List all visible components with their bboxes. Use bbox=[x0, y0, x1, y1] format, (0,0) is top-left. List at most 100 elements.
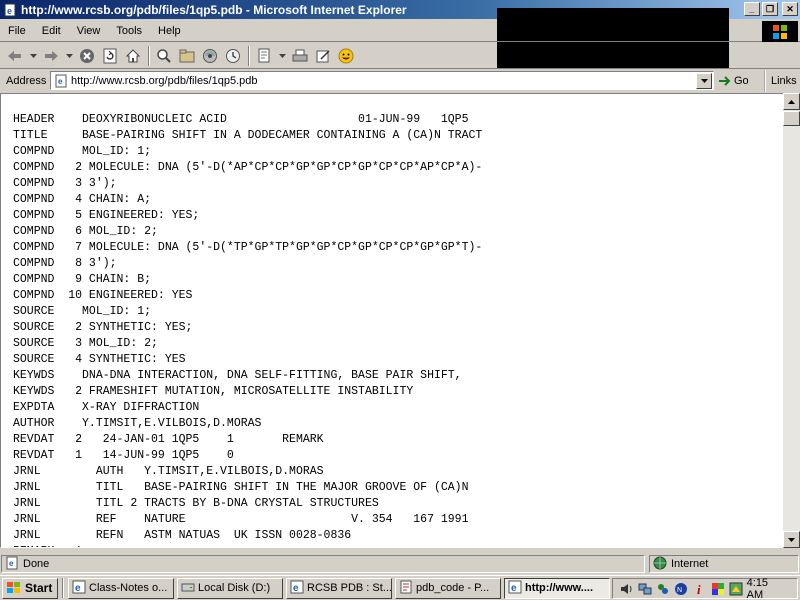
ie-icon: e bbox=[290, 580, 304, 597]
favorites-icon[interactable] bbox=[176, 45, 198, 67]
pdb-record-line: COMPND 7 MOLECULE: DNA (5'-D(*TP*GP*TP*G… bbox=[13, 241, 483, 254]
media-icon[interactable] bbox=[199, 45, 221, 67]
links-label: Links bbox=[771, 75, 797, 87]
forward-icon[interactable] bbox=[40, 45, 62, 67]
pdb-record-line: COMPND 2 MOLECULE: DNA (5'-D(*AP*CP*CP*G… bbox=[13, 161, 483, 174]
page-icon: e bbox=[53, 73, 69, 89]
mail-dropdown-icon[interactable] bbox=[276, 45, 288, 67]
task-button-rcsb[interactable]: e RCSB PDB : St... bbox=[286, 577, 392, 599]
pdb-record-line: TITLE BASE-PAIRING SHIFT IN A DODECAMER … bbox=[13, 129, 483, 142]
ie-icon: e bbox=[72, 580, 86, 597]
pdb-record-line: COMPND 3 3'); bbox=[13, 177, 117, 190]
forward-dropdown-icon[interactable] bbox=[63, 45, 75, 67]
task-button-local-disk[interactable]: Local Disk (D:) bbox=[177, 577, 283, 599]
network-icon[interactable] bbox=[637, 581, 652, 597]
menu-help[interactable]: Help bbox=[150, 22, 189, 40]
menu-file[interactable]: File bbox=[0, 22, 34, 40]
pdb-record-line: COMPND 5 ENGINEERED: YES; bbox=[13, 209, 200, 222]
start-button[interactable]: Start bbox=[2, 577, 58, 599]
back-dropdown-icon[interactable] bbox=[27, 45, 39, 67]
task-label: pdb_code - P... bbox=[416, 582, 490, 594]
windows-flag-icon bbox=[7, 582, 20, 593]
minimize-button[interactable]: _ bbox=[744, 2, 760, 16]
svg-text:e: e bbox=[7, 6, 12, 16]
messenger-icon[interactable] bbox=[335, 45, 357, 67]
svg-text:e: e bbox=[293, 583, 299, 594]
go-label: Go bbox=[734, 75, 749, 87]
menu-view[interactable]: View bbox=[69, 22, 109, 40]
scroll-up-button[interactable] bbox=[783, 93, 800, 110]
menu-tools[interactable]: Tools bbox=[108, 22, 150, 40]
pdb-record-line: COMPND 10 ENGINEERED: YES bbox=[13, 289, 193, 302]
address-url[interactable]: http://www.rcsb.org/pdb/files/1qp5.pdb bbox=[71, 75, 696, 87]
menu-bar: File Edit View Tools Help bbox=[0, 20, 800, 42]
print-icon[interactable] bbox=[289, 45, 311, 67]
pdb-record-line: KEYWDS 2 FRAMESHIFT MUTATION, MICROSATEL… bbox=[13, 385, 414, 398]
go-button[interactable]: Go bbox=[718, 72, 749, 90]
go-arrow-icon bbox=[719, 76, 731, 86]
address-bar: Address e http://www.rcsb.org/pdb/files/… bbox=[0, 70, 800, 92]
svg-text:i: i bbox=[697, 582, 701, 596]
window-title: http://www.rcsb.org/pdb/files/1qp5.pdb -… bbox=[21, 2, 407, 17]
stop-icon[interactable] bbox=[76, 45, 98, 67]
info-icon[interactable]: i bbox=[692, 581, 707, 597]
search-icon[interactable] bbox=[153, 45, 175, 67]
home-icon[interactable] bbox=[122, 45, 144, 67]
history-icon[interactable] bbox=[222, 45, 244, 67]
pdb-record-line: COMPND MOL_ID: 1; bbox=[13, 145, 152, 158]
clock: 4:15 AM bbox=[746, 576, 769, 600]
svg-text:e: e bbox=[9, 559, 14, 568]
task-label: Class-Notes o... bbox=[89, 582, 168, 594]
pdb-record-line: SOURCE 4 SYNTHETIC: YES bbox=[13, 353, 186, 366]
address-input[interactable]: e http://www.rcsb.org/pdb/files/1qp5.pdb bbox=[50, 71, 714, 90]
globe-icon bbox=[653, 556, 667, 573]
refresh-icon[interactable] bbox=[99, 45, 121, 67]
maximize-button[interactable]: ❐ bbox=[762, 2, 778, 16]
back-icon[interactable] bbox=[4, 45, 26, 67]
vertical-scrollbar[interactable] bbox=[783, 93, 800, 548]
pdb-record-line: SOURCE 2 SYNTHETIC: YES; bbox=[13, 321, 193, 334]
address-dropdown-icon[interactable] bbox=[696, 72, 712, 89]
system-tray: N i 4:15 AM bbox=[612, 576, 798, 600]
volume-icon[interactable] bbox=[619, 581, 634, 597]
links-button[interactable]: Links bbox=[764, 70, 797, 92]
scroll-thumb[interactable] bbox=[783, 111, 800, 126]
pdb-record-line: REVDAT 2 24-JAN-01 1QP5 1 REMARK bbox=[13, 433, 324, 446]
palette-icon[interactable] bbox=[710, 581, 725, 597]
app-tray-icon[interactable] bbox=[728, 581, 743, 597]
windows-logo-icon bbox=[762, 21, 798, 42]
svg-text:N: N bbox=[677, 587, 682, 594]
pdb-record-line: SOURCE MOL_ID: 1; bbox=[13, 305, 152, 318]
pdb-record-line: JRNL AUTH Y.TIMSIT,E.VILBOIS,D.MORAS bbox=[13, 465, 324, 478]
title-bar[interactable]: e http://www.rcsb.org/pdb/files/1qp5.pdb… bbox=[0, 0, 800, 68]
close-button[interactable]: ✕ bbox=[782, 2, 798, 16]
pdb-record-line: KEYWDS DNA-DNA INTERACTION, DNA SELF-FIT… bbox=[13, 369, 462, 382]
pdb-record-line: REMARK 1 bbox=[13, 544, 482, 547]
pdb-record-line: SOURCE 3 MOL_ID: 2; bbox=[13, 337, 158, 350]
mail-icon[interactable] bbox=[253, 45, 275, 67]
antivirus-icon[interactable]: N bbox=[674, 581, 689, 597]
messenger-tray-icon[interactable] bbox=[655, 581, 670, 597]
scroll-down-button[interactable] bbox=[783, 531, 800, 548]
pdb-record-line: COMPND 4 CHAIN: A; bbox=[13, 193, 152, 206]
task-button-current-ie[interactable]: e http://www.... bbox=[504, 577, 610, 599]
pdb-record-line: JRNL REF NATURE V. 354 167 1991 bbox=[13, 513, 469, 526]
status-bar: e Done Internet bbox=[0, 554, 800, 574]
pdb-record-line: JRNL TITL BASE-PAIRING SHIFT IN THE MAJO… bbox=[13, 481, 469, 494]
drive-icon bbox=[181, 580, 195, 597]
taskbar: Start e Class-Notes o... Local Disk (D:)… bbox=[0, 575, 800, 600]
task-button-pdb-code[interactable]: pdb_code - P... bbox=[395, 577, 501, 599]
pdb-record-line: REVDAT 1 14-JUN-99 1QP5 0 bbox=[13, 449, 234, 462]
task-label: http://www.... bbox=[525, 582, 594, 594]
pdb-record-line: HEADER DEOXYRIBONUCLEIC ACID 01-JUN-99 1… bbox=[13, 113, 469, 126]
edit-icon[interactable] bbox=[312, 45, 334, 67]
document-icon bbox=[399, 580, 413, 597]
page-done-icon: e bbox=[5, 556, 19, 573]
task-label: RCSB PDB : St... bbox=[307, 582, 391, 594]
task-button-class-notes[interactable]: e Class-Notes o... bbox=[68, 577, 174, 599]
svg-text:e: e bbox=[75, 583, 81, 594]
menu-edit[interactable]: Edit bbox=[34, 22, 69, 40]
pdb-record-line: EXPDTA X-RAY DIFFRACTION bbox=[13, 401, 200, 414]
taskbar-separator bbox=[62, 578, 64, 598]
pdb-record-line: JRNL REFN ASTM NATUAS UK ISSN 0028-0836 bbox=[13, 529, 352, 542]
